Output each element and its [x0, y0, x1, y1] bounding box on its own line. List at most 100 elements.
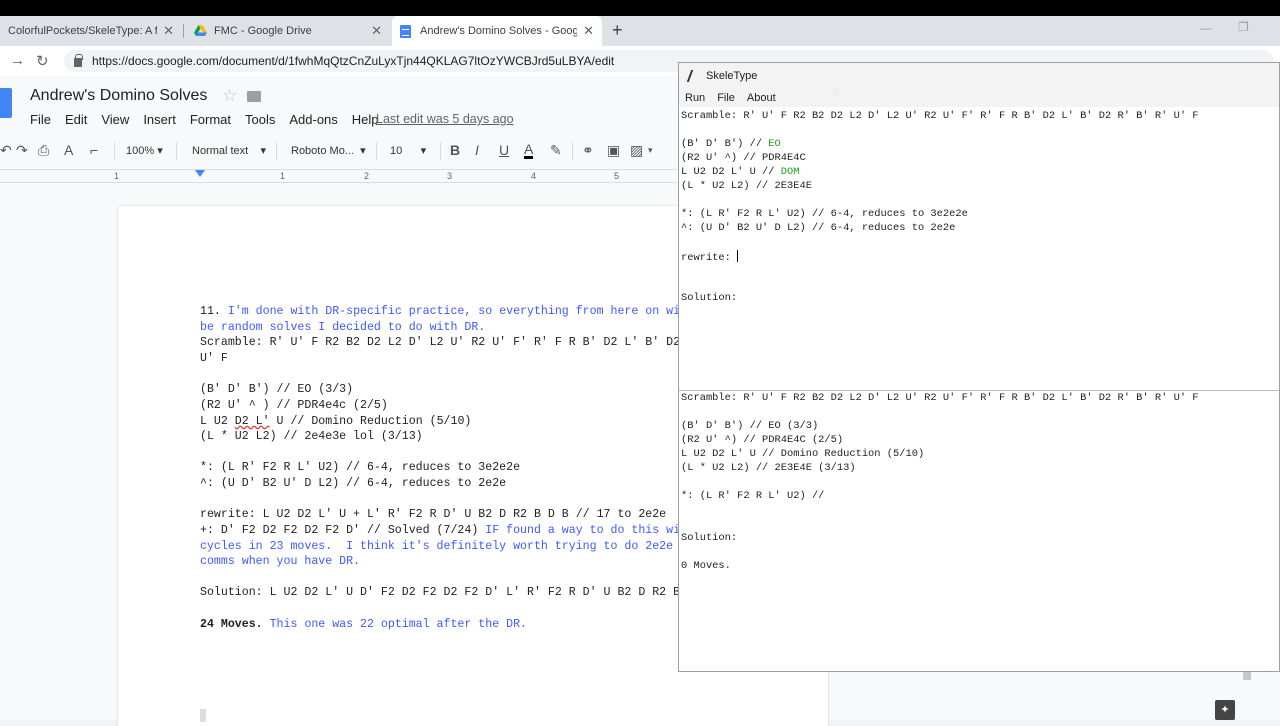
- menu-add-ons[interactable]: Add-ons: [289, 112, 337, 127]
- docs-logo-icon[interactable]: [0, 88, 12, 118]
- ruler-tick: 4: [531, 171, 537, 181]
- menu-run[interactable]: Run: [685, 92, 705, 104]
- output-line: Solution:: [681, 532, 738, 544]
- font-select[interactable]: Roboto Mo... ▾: [291, 144, 366, 157]
- doc-line: rewrite: L U2 D2 L' U + L' R' F2 R D' U …: [200, 508, 667, 521]
- highlight-icon[interactable]: ✎: [550, 142, 562, 159]
- toolbar-separator: [440, 142, 441, 160]
- output-line: (B' D' B') // EO (3/3): [681, 420, 819, 432]
- editor-line: Scramble: R' U' F R2 B2 D2 L2 D' L2 U' R…: [681, 110, 1199, 122]
- ruler: 1 1 2 3 4 5: [0, 169, 680, 183]
- toolbar-separator: [572, 142, 573, 160]
- new-tab-icon[interactable]: +: [612, 20, 623, 41]
- menu-tools[interactable]: Tools: [245, 112, 275, 127]
- lock-icon: [74, 53, 83, 67]
- close-tab-icon[interactable]: ✕: [583, 23, 594, 39]
- doc-line: comms when you have DR.: [200, 555, 361, 568]
- undo-icon[interactable]: ↶: [0, 142, 12, 159]
- editor-output-pane[interactable]: Scramble: R' U' F R2 B2 D2 L2 D' L2 U' R…: [679, 390, 1279, 672]
- restore-icon[interactable]: ❐: [1238, 20, 1249, 34]
- document-title[interactable]: Andrew's Domino Solves: [30, 87, 207, 105]
- ruler-tick: 1: [280, 171, 286, 181]
- doc-line: Solution: L U2 D2 L' U D' F2 D2 F2 D2 F2…: [200, 586, 681, 599]
- output-line: L U2 D2 L' U // Domino Reduction (5/10): [681, 448, 925, 460]
- bold-icon[interactable]: B: [450, 142, 460, 158]
- feather-icon: [686, 70, 702, 82]
- star-icon[interactable]: ☆: [222, 86, 237, 106]
- menu-help[interactable]: Help: [352, 112, 379, 127]
- menu-format[interactable]: Format: [190, 112, 231, 127]
- zoom-select[interactable]: 100% ▾: [126, 144, 163, 157]
- text-color-icon[interactable]: A: [524, 142, 534, 159]
- doc-line: ^: (U D' B2 U' D L2) // 6-4, reduces to …: [200, 477, 507, 490]
- menu-edit[interactable]: Edit: [65, 112, 87, 127]
- skeletype-titlebar[interactable]: SkeleType: [679, 63, 1279, 89]
- docs-toolbar: ↶ ↷ ⎙ A ⌐ 100% ▾ Normal text ▾ Roboto Mo…: [0, 138, 680, 164]
- text-caret: [737, 250, 739, 262]
- close-tab-icon[interactable]: ✕: [163, 23, 174, 39]
- doc-line: L U2 D2 L' U // Domino Reduction (5/10): [200, 415, 472, 428]
- underline-icon[interactable]: U: [499, 142, 509, 158]
- style-select[interactable]: Normal text ▾: [192, 144, 266, 157]
- google-drive-icon: [194, 25, 207, 36]
- output-line: Scramble: R' U' F R2 B2 D2 L2 D' L2 U' R…: [681, 392, 1199, 404]
- toolbar-separator: [114, 142, 115, 160]
- doc-line: 11. I'm done with DR-specific practice, …: [200, 305, 681, 318]
- tab-strip: ColorfulPockets/SkeleType: A féw ✕ FMC …: [0, 16, 1280, 46]
- doc-line: *: (L R' F2 R L' U2) // 6-4, reduces to …: [200, 461, 521, 474]
- last-edit-link[interactable]: Last edit was 5 days ago: [376, 112, 514, 126]
- window-title: SkeleType: [706, 70, 758, 82]
- toolbar-separator: [176, 142, 177, 160]
- spellcheck-icon[interactable]: A: [64, 142, 73, 158]
- editor-line: L U2 D2 L' U // DOM: [681, 166, 800, 178]
- output-line: (R2 U' ^) // PDR4E4C (2/5): [681, 434, 844, 446]
- menu-view[interactable]: View: [101, 112, 129, 127]
- editor-line: (B' D' B') // EO: [681, 138, 781, 150]
- indent-marker[interactable]: [195, 170, 205, 177]
- back-icon[interactable]: →: [10, 52, 25, 69]
- output-line: 0 Moves.: [681, 560, 731, 572]
- doc-line: (R2 U' ^ ) // PDR4e4c (2/5): [200, 399, 388, 412]
- skeletype-menubar: Run File About: [679, 89, 1279, 107]
- menu-file[interactable]: File: [30, 112, 51, 127]
- ruler-tick: 1: [114, 171, 120, 181]
- explore-icon[interactable]: ✦: [1215, 700, 1235, 720]
- minimize-icon[interactable]: —: [1200, 21, 1212, 35]
- reload-icon[interactable]: ↻: [36, 52, 49, 70]
- editor-line: rewrite:: [681, 250, 739, 264]
- chevron-down-icon[interactable]: ▾: [648, 145, 653, 156]
- ruler-tick: 2: [364, 171, 370, 181]
- editor-line: (L * U2 L2) // 2E3E4E: [681, 180, 812, 192]
- tab-google-drive[interactable]: FMC - Google Drive ✕: [186, 16, 390, 46]
- tab-skeletype-github[interactable]: ColorfulPockets/SkeleType: A féw ✕: [0, 16, 182, 46]
- editor-line: ^: (U D' B2 U' D L2) // 6-4, reduces to …: [681, 222, 956, 234]
- redo-icon[interactable]: ↷: [16, 142, 28, 159]
- editor-input-pane[interactable]: Scramble: R' U' F R2 B2 D2 L2 D' L2 U' R…: [679, 109, 1279, 389]
- close-tab-icon[interactable]: ✕: [371, 23, 382, 39]
- toolbar-separator: [276, 142, 277, 160]
- insert-image-icon[interactable]: ▨: [630, 142, 643, 159]
- folder-icon[interactable]: [247, 91, 261, 102]
- link-icon[interactable]: ⚭: [582, 142, 594, 159]
- tab-label: Andrew's Domino Solves - Goog: [420, 25, 578, 37]
- font-size-select[interactable]: 10 ▾: [390, 144, 426, 157]
- screen-top-bar: [0, 0, 1280, 16]
- ruler-tick: 3: [447, 171, 453, 181]
- doc-line: be random solves I decided to do with DR…: [200, 321, 486, 334]
- print-icon[interactable]: ⎙: [38, 142, 49, 159]
- tab-domino-solves[interactable]: Andrew's Domino Solves - Goog ✕: [392, 16, 602, 46]
- menu-insert[interactable]: Insert: [143, 112, 176, 127]
- toolbar-separator: [376, 142, 377, 160]
- doc-line: (L * U2 L2) // 2e4e3e lol (3/13): [200, 430, 423, 443]
- italic-icon[interactable]: I: [475, 142, 479, 158]
- paint-format-icon[interactable]: ⌐: [90, 142, 98, 158]
- doc-line: 24 Moves. This one was 22 optimal after …: [200, 618, 528, 631]
- menu-file[interactable]: File: [717, 92, 735, 104]
- docs-menubar: File Edit View Insert Format Tools Add-o…: [30, 112, 393, 127]
- doc-line: cycles in 23 moves. I think it's definit…: [200, 540, 674, 553]
- editor-line: *: (L R' F2 R L' U2) // 6-4, reduces to …: [681, 208, 968, 220]
- doc-line: (B' D' B') // EO (3/3): [200, 383, 354, 396]
- menu-about[interactable]: About: [747, 92, 776, 104]
- doc-line: U' F: [200, 352, 228, 365]
- add-comment-icon[interactable]: ▣: [607, 142, 620, 159]
